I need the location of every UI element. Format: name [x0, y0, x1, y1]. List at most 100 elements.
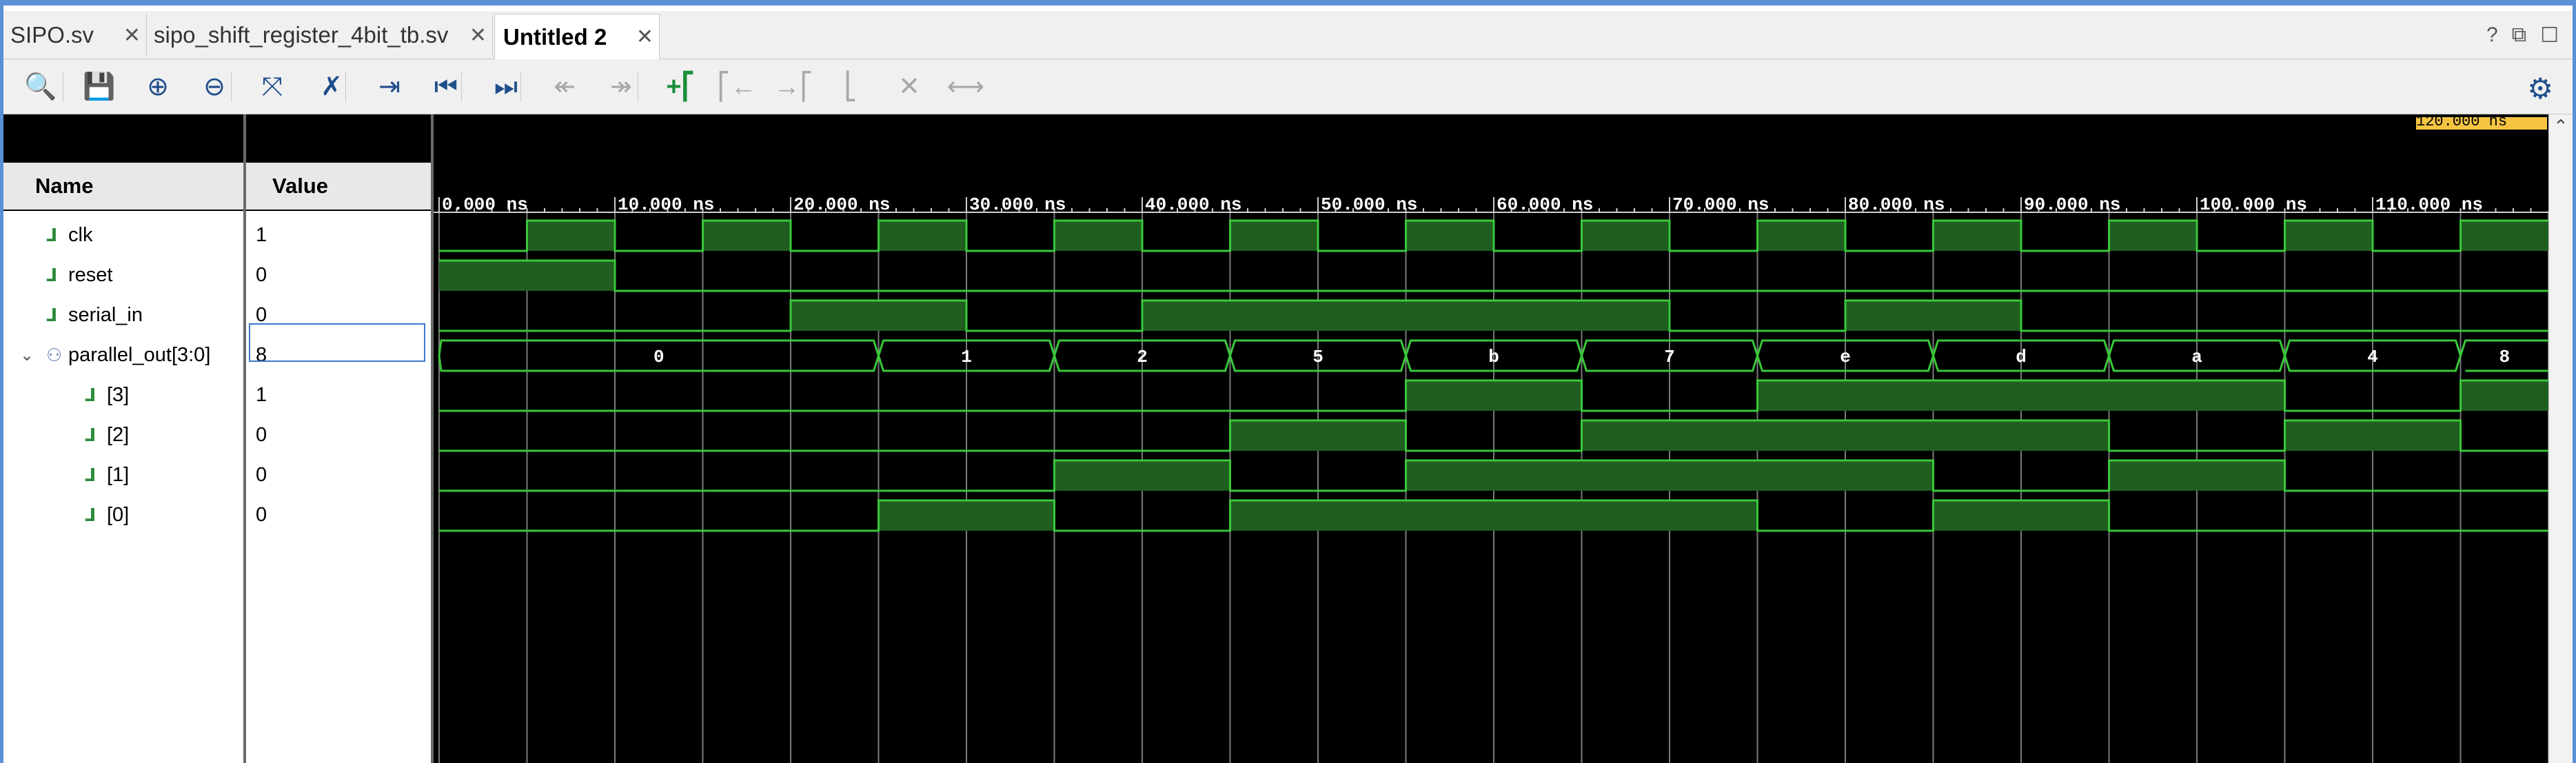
- signal-name: [3]: [107, 383, 130, 406]
- value-row[interactable]: 1: [246, 375, 431, 415]
- time-tick-label: 90.000 ns: [2024, 194, 2120, 215]
- add-marker-icon[interactable]: +⎡: [664, 70, 697, 103]
- go-to-time-0-icon[interactable]: ⏮: [429, 70, 463, 103]
- fit-markers-icon[interactable]: ⟷: [947, 70, 984, 103]
- previous-marker-icon[interactable]: ⎡←: [718, 70, 757, 103]
- name-column-header[interactable]: Name: [3, 163, 243, 211]
- tab-label: sipo_shift_register_4bit_tb.sv: [154, 22, 449, 48]
- close-icon[interactable]: ✕: [123, 23, 141, 48]
- bit1-high-fill: [1406, 460, 1934, 491]
- signal-row[interactable]: ⌄ ⚇ parallel_out[3:0]: [3, 335, 243, 375]
- next-marker-icon[interactable]: →⎡: [774, 70, 813, 103]
- value-row[interactable]: 1: [246, 215, 431, 255]
- bit-signal-icon: ᒧ: [85, 384, 97, 405]
- next-transition-icon[interactable]: ↠: [605, 70, 638, 103]
- search-icon[interactable]: 🔍: [24, 70, 57, 103]
- parallel-out-value-label: d: [2016, 347, 2027, 367]
- vertical-scrollbar[interactable]: ⌃: [2548, 114, 2573, 763]
- toolbar: 🔍 💾 ⊕ ⊖ ⤧ ✗ ⇥ ⏮ ⏭ ↞ ↠ +⎡ ⎡← →⎡ ⎣ ✕ ⟷ ⚙: [3, 59, 2573, 114]
- zoom-fit-icon[interactable]: ⤧: [256, 70, 289, 103]
- help-icon[interactable]: ?: [2486, 23, 2498, 48]
- serial_in-high-fill: [1142, 301, 1670, 331]
- signal-name: [2]: [107, 423, 130, 446]
- signal-name: serial_in: [68, 303, 143, 326]
- value-column-header[interactable]: Value: [246, 163, 431, 211]
- time-tick-label: 70.000 ns: [1672, 194, 1769, 215]
- value-row[interactable]: 0: [246, 255, 431, 295]
- selected-value-highlight: [249, 323, 425, 362]
- value-row[interactable]: 0: [246, 495, 431, 535]
- bit-signal-icon: ᒧ: [85, 464, 97, 485]
- parallel-out-value-label: 0: [653, 347, 665, 367]
- bit3-high-fill: [1406, 380, 1582, 411]
- bit0-high-fill: [1230, 500, 1758, 531]
- bit-signal-icon: ᒧ: [46, 304, 58, 325]
- zoom-out-icon[interactable]: ⊖: [198, 70, 231, 103]
- signal-row[interactable]: ᒧ reset: [3, 255, 243, 295]
- clk-high-fill: [1581, 221, 1670, 251]
- scroll-up-icon[interactable]: ⌃: [2553, 116, 2568, 137]
- reset-high-fill: [439, 261, 615, 291]
- go-to-cursor-icon[interactable]: ⇥: [373, 70, 406, 103]
- waveform-svg: 0.000 ns 10.000 ns 20.000 ns 30.000 ns 40.00…: [434, 194, 2548, 763]
- bit3-high-fill: [1757, 380, 2285, 411]
- snap-cursor-icon[interactable]: ✗: [315, 70, 348, 103]
- clk-high-fill: [2109, 221, 2197, 251]
- time-tick-label: 10.000 ns: [618, 194, 714, 215]
- clk-high-fill: [1230, 221, 1318, 251]
- time-tick-label: 50.000 ns: [1321, 194, 1417, 215]
- waveform-canvas[interactable]: 0.000 ns 10.000 ns 20.000 ns 30.000 ns 40.00…: [434, 114, 2548, 763]
- delete-marker-icon[interactable]: ✕: [893, 70, 926, 103]
- chevron-down-icon[interactable]: ⌄: [20, 345, 34, 365]
- go-to-last-time-icon[interactable]: ⏭: [489, 70, 523, 103]
- signal-row[interactable]: ᒧ clk: [3, 215, 243, 255]
- signal-value: 0: [256, 503, 267, 526]
- signal-value: 0: [256, 263, 267, 286]
- time-tick-label: 80.000 ns: [1848, 194, 1945, 215]
- signal-row[interactable]: ᒧ [0]: [3, 495, 243, 535]
- signal-row[interactable]: ᒧ [2]: [3, 415, 243, 455]
- bit1-high-fill: [1054, 460, 1230, 491]
- time-tick-label: 100.000 ns: [2200, 194, 2307, 215]
- signal-row[interactable]: ᒧ [3]: [3, 375, 243, 415]
- signal-name: [0]: [107, 503, 130, 526]
- swap-cursors-icon[interactable]: ⎣: [834, 70, 867, 103]
- value-row[interactable]: 0: [246, 455, 431, 495]
- toolbar-separator: [345, 72, 346, 102]
- time-tick-label: 60.000 ns: [1497, 194, 1593, 215]
- zoom-in-icon[interactable]: ⊕: [141, 70, 174, 103]
- serial_in-high-fill: [791, 301, 966, 331]
- clk-high-fill: [2284, 221, 2373, 251]
- bit2-high-fill: [1581, 420, 2109, 451]
- save-icon[interactable]: 💾: [83, 70, 116, 103]
- toolbar-separator: [231, 72, 232, 102]
- tab-sipo-sv[interactable]: SIPO.sv ✕: [3, 14, 147, 57]
- bit-signal-icon: ᒧ: [46, 264, 58, 285]
- name-pane: Name ᒧ clk ᒧ reset ᒧ serial_in ⌄ ⚇ parallel_out[…: [3, 114, 243, 763]
- cursor-time-label[interactable]: 120.000 ns: [2416, 117, 2547, 130]
- signal-row[interactable]: ᒧ [1]: [3, 455, 243, 495]
- tab-sipo-testbench[interactable]: sipo_shift_register_4bit_tb.sv ✕: [148, 14, 493, 57]
- window-controls: ? ⧉ ☐: [2486, 23, 2559, 48]
- close-icon[interactable]: ✕: [636, 25, 653, 49]
- signal-row[interactable]: ᒧ serial_in: [3, 295, 243, 335]
- bit0-high-fill: [1933, 500, 2109, 531]
- parallel-out-value-label: 8: [2499, 347, 2510, 367]
- bus-signal-icon: ⚇: [46, 344, 63, 365]
- gear-icon[interactable]: ⚙: [2527, 72, 2553, 105]
- value-row[interactable]: 0: [246, 415, 431, 455]
- tab-untitled-2[interactable]: Untitled 2 ✕: [494, 14, 660, 59]
- bit-signal-icon: ᒧ: [46, 224, 58, 245]
- time-tick-label: 110.000 ns: [2375, 194, 2483, 215]
- previous-transition-icon[interactable]: ↞: [548, 70, 581, 103]
- signal-name: parallel_out[3:0]: [68, 343, 211, 366]
- waveform-window: SIPO.sv ✕ sipo_shift_register_4bit_tb.sv…: [0, 0, 2576, 763]
- close-icon[interactable]: ✕: [469, 23, 487, 48]
- maximize-icon[interactable]: ☐: [2540, 23, 2559, 48]
- bit-signal-icon: ᒧ: [85, 424, 97, 445]
- bit2-high-fill: [2284, 420, 2461, 451]
- time-tick-label: 20.000 ns: [793, 194, 890, 215]
- signal-value: 0: [256, 423, 267, 446]
- restore-icon[interactable]: ⧉: [2512, 23, 2526, 48]
- parallel-out-value-label: e: [1840, 347, 1851, 367]
